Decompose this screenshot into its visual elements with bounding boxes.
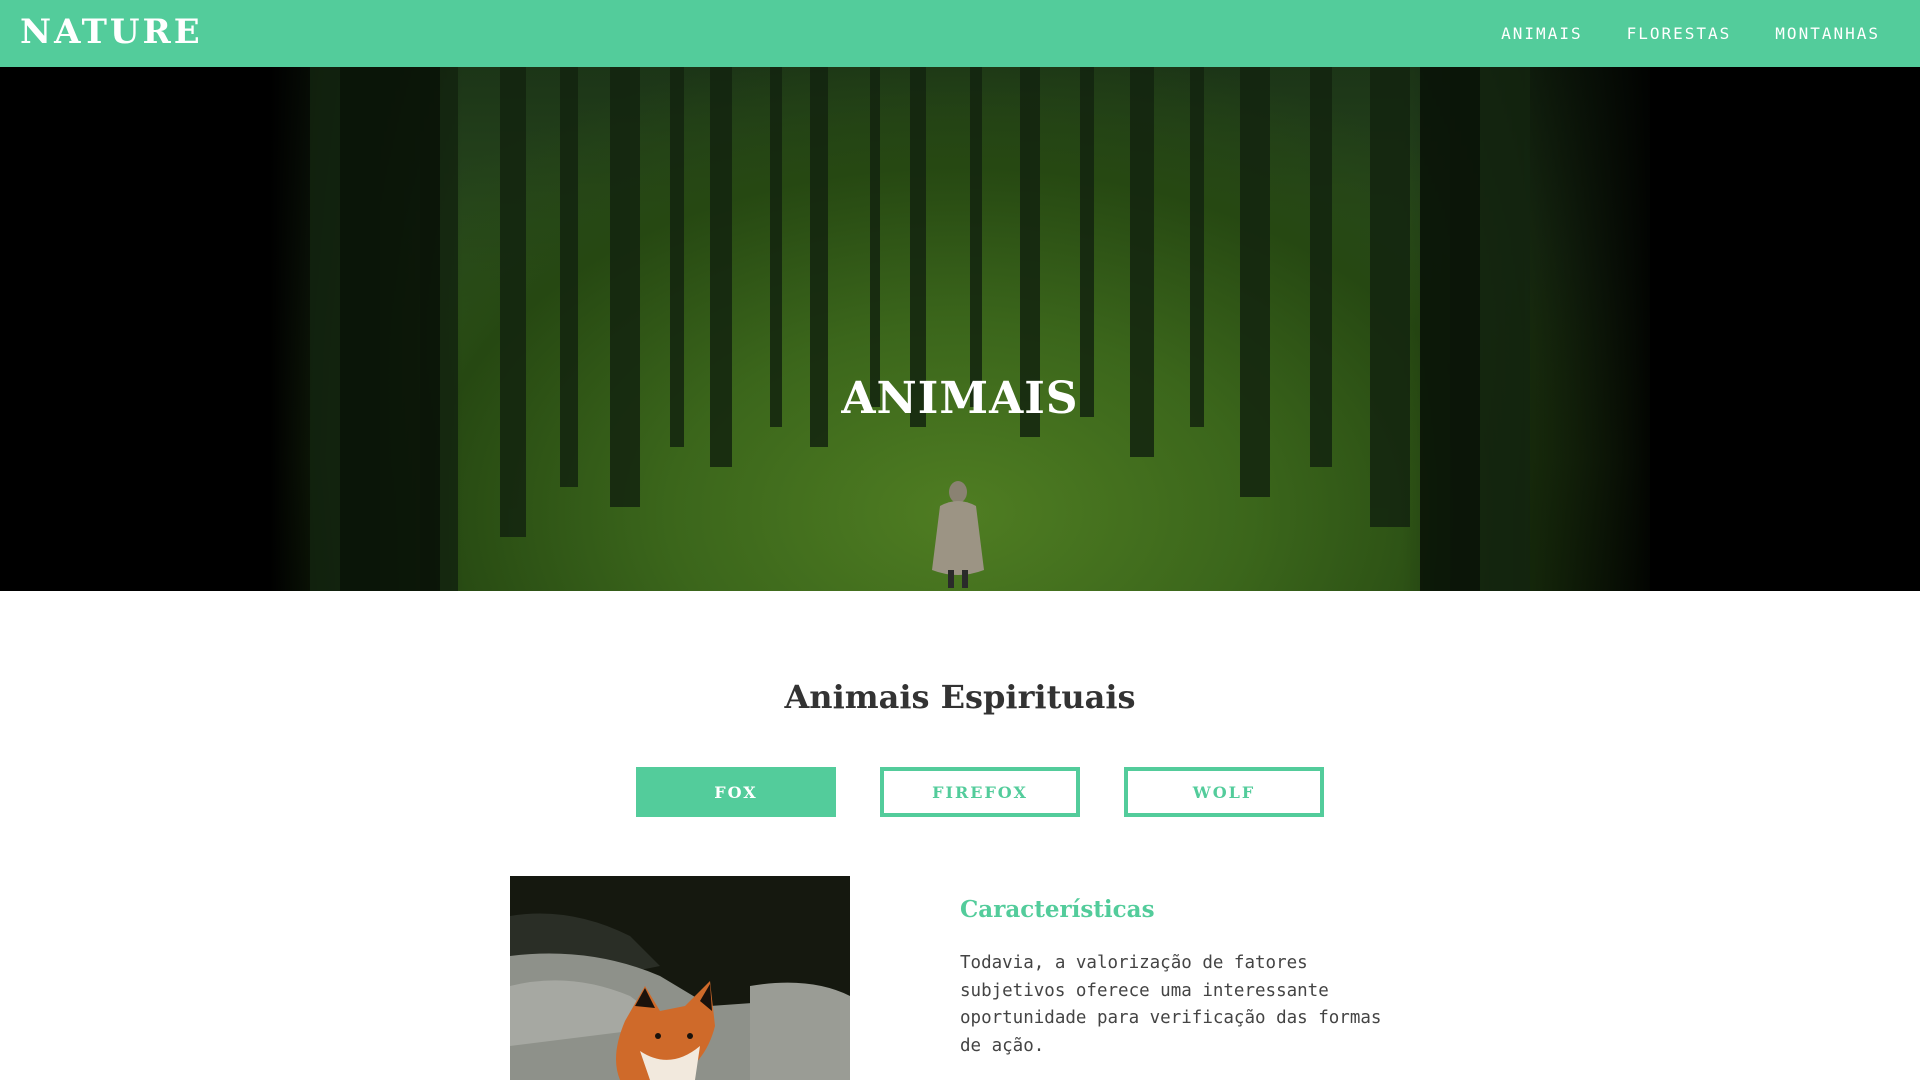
- top-navbar: NATURE ANIMAIS FLORESTAS MONTANHAS: [0, 0, 1920, 67]
- hiker-figure: [932, 481, 984, 588]
- section-title: Animais Espirituais: [784, 678, 1136, 716]
- characteristics-text: Todavia, a valorização de fatores subjet…: [960, 953, 1382, 1056]
- tab-fox[interactable]: FOX: [636, 767, 836, 817]
- main-nav: ANIMAIS FLORESTAS MONTANHAS: [1457, 0, 1880, 67]
- tab-firefox[interactable]: FIREFOX: [880, 767, 1080, 817]
- nav-link-florestas[interactable]: FLORESTAS: [1627, 24, 1732, 43]
- hero-banner: ANIMAIS: [0, 67, 1920, 591]
- brand-logo[interactable]: NATURE: [20, 12, 203, 52]
- hero-title: ANIMAIS: [841, 373, 1079, 424]
- tab-wolf[interactable]: WOLF: [1124, 767, 1324, 817]
- fox-illustration: [510, 876, 850, 1080]
- characteristics-heading: Características: [960, 896, 1155, 923]
- nav-link-montanhas[interactable]: MONTANHAS: [1775, 24, 1880, 43]
- fox-photo: [510, 876, 850, 1080]
- animal-tabs: FOX FIREFOX WOLF: [636, 767, 1324, 817]
- page: NATURE ANIMAIS FLORESTAS MONTANHAS ANIMA…: [0, 0, 1920, 1080]
- nav-link-animais[interactable]: ANIMAIS: [1501, 24, 1582, 43]
